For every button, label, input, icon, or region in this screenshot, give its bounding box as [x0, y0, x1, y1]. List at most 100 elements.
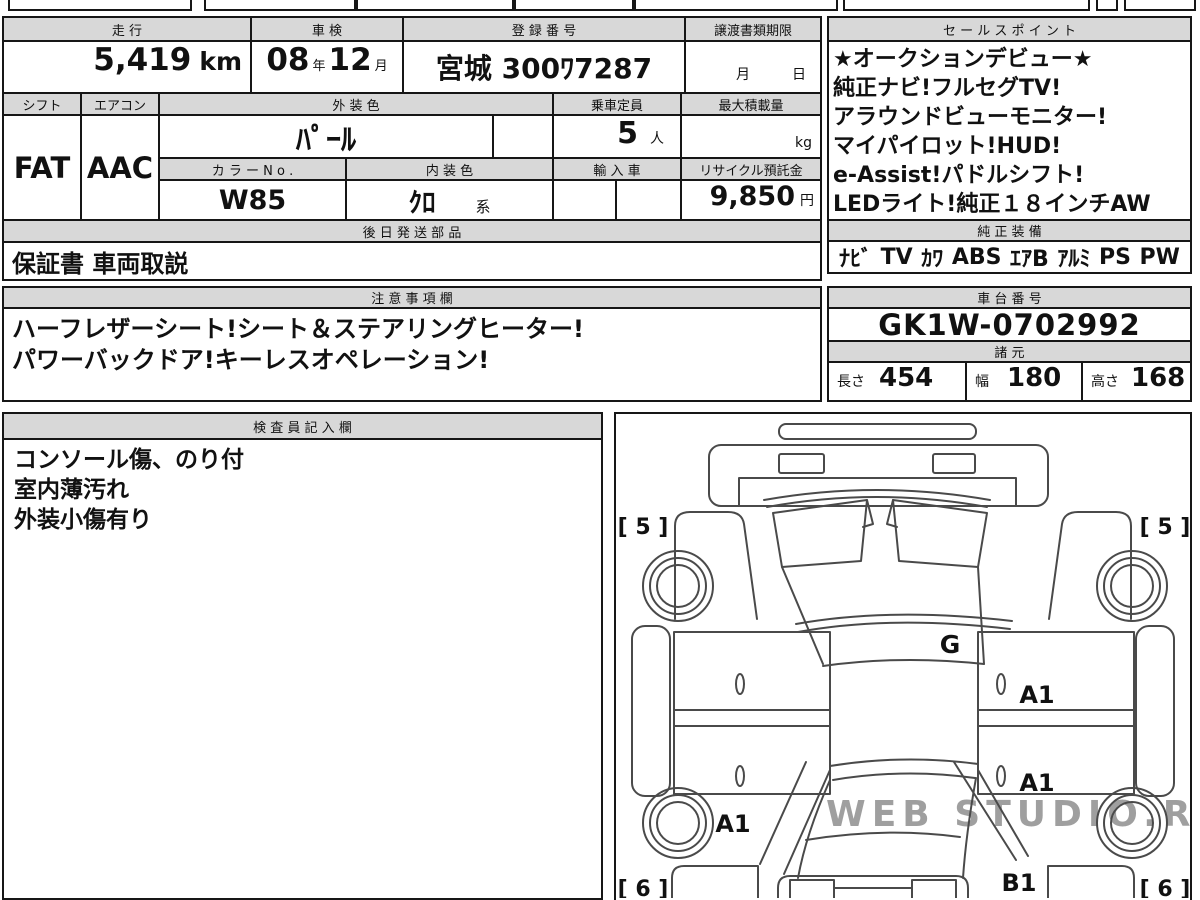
- interior-color-value: ｸﾛ 系: [345, 179, 554, 221]
- notes-box: ハーフレザーシート!シート＆ステアリングヒーター! パワーバックドア!キーレスオ…: [2, 307, 822, 402]
- transfer-month-unit: 月: [736, 67, 750, 83]
- sales-point-line: e-Assist!パドルシフト!: [833, 163, 1085, 188]
- sales-points-box: ★オークションデビュー★ 純正ナビ!フルセグTV! アラウンドビューモニター! …: [827, 40, 1192, 221]
- hood-edge: [738, 477, 1017, 507]
- right-rear-door-damage-label: A1: [1019, 769, 1054, 797]
- spec-width-cell: 幅 180: [965, 361, 1083, 402]
- car-top-view-diagram: WEB STUDIO.RU: [618, 423, 1190, 898]
- chassis-number: GK1W-0702992: [878, 307, 1141, 342]
- right-door-panel: [977, 631, 1135, 795]
- transfer-docs-value: 月日: [684, 40, 822, 94]
- front-left-corner-label: [ 5 ]: [618, 515, 669, 540]
- inspection-header: 車 検: [250, 16, 404, 42]
- inspection-year-unit: 年: [312, 59, 326, 74]
- sales-points-header: セ ー ル ス ポ イ ン ト: [827, 16, 1192, 42]
- chassis-header: 車 台 番 号: [827, 286, 1192, 309]
- notes-header: 注 意 事 項 欄: [2, 286, 822, 309]
- rear-left-tire: [642, 787, 714, 859]
- capacity-number: 5: [617, 116, 638, 151]
- shift-value: FAT: [2, 114, 82, 221]
- max-load-header: 最大積載量: [680, 92, 822, 116]
- top-cutoff-cell: [1124, 0, 1196, 11]
- capacity-header: 乗車定員: [552, 92, 682, 116]
- rear-left-corner-panel: [671, 865, 759, 898]
- equipment-item: ｴｱB: [1010, 247, 1049, 272]
- interior-color-suffix: 系: [475, 198, 491, 216]
- rear-right-damage-label: B1: [1002, 869, 1037, 897]
- spec-height-value: 168: [1131, 363, 1186, 393]
- recycle-deposit-unit: 円: [800, 193, 814, 209]
- left-door-panel: [673, 631, 831, 795]
- inspector-line: 室内薄汚れ: [14, 477, 129, 503]
- grade-g-label: G: [940, 630, 961, 659]
- front-right-corner-label: [ 5 ]: [1140, 515, 1190, 540]
- top-cutoff-cell: [8, 0, 192, 11]
- chassis-value: GK1W-0702992: [827, 307, 1192, 342]
- equipment-header: 純 正 装 備: [827, 219, 1192, 242]
- shift-code: FAT: [13, 150, 71, 185]
- equipment-item: ｱﾙﾐ: [1057, 247, 1091, 272]
- spec-length-label: 長さ: [837, 374, 865, 390]
- interior-color-name: ｸﾛ: [408, 188, 436, 219]
- roof-arc-inner: [797, 621, 1011, 633]
- aircon-code: AAC: [86, 150, 154, 185]
- spec-height-cell: 高さ 168: [1081, 361, 1192, 402]
- rear-light-left: [789, 879, 835, 898]
- right-front-door-handle: [996, 673, 1006, 695]
- left-sill-panel: [631, 625, 671, 797]
- rear-plate: [833, 887, 913, 898]
- equipment-item: ｶﾜ: [921, 247, 944, 272]
- windshield-right: [892, 499, 988, 568]
- inspection-month-unit: 月: [374, 59, 388, 74]
- right-sill-panel: [1135, 625, 1175, 797]
- spec-length-cell: 長さ 454: [827, 361, 967, 402]
- exterior-color-name: ﾊﾟｰﾙ: [296, 122, 356, 158]
- roof-rear-arc: [822, 658, 985, 667]
- inspection-value: 08 年 12 月: [250, 40, 404, 94]
- equipment-item: ABS: [951, 244, 1002, 270]
- front-left-fender: [674, 511, 758, 620]
- inspection-month: 12: [328, 42, 372, 78]
- imported-value-right: [615, 179, 682, 221]
- specs-header: 諸 元: [827, 340, 1192, 363]
- cowl-arc: [763, 489, 991, 501]
- interior-color-header: 内 装 色: [345, 157, 554, 181]
- rear-light-right: [911, 879, 957, 898]
- left-headlight: [778, 453, 825, 474]
- rear-right-corner-label: [ 6 ]: [1140, 877, 1190, 898]
- exterior-color-extra-cell: [492, 114, 554, 159]
- mileage-header: 走 行: [2, 16, 252, 42]
- inspector-header: 検 査 員 記 入 欄: [2, 412, 603, 440]
- aircon-value: AAC: [80, 114, 160, 221]
- top-cutoff-cell: [634, 0, 838, 11]
- later-shipping-value: 保証書 車両取説: [2, 241, 822, 281]
- inspector-box: コンソール傷、のり付 室内薄汚れ 外装小傷有り: [2, 438, 603, 900]
- notes-line: ハーフレザーシート!シート＆ステアリングヒーター!: [12, 315, 584, 343]
- exterior-color-value: ﾊﾟｰﾙ: [158, 114, 494, 159]
- later-shipping-items: 保証書 車両取説: [12, 249, 189, 278]
- left-rear-damage-label: A1: [715, 810, 750, 838]
- left-quarter-line-inner: [783, 769, 831, 875]
- auction-sheet: 走 行 車 検 登 録 番 号 譲渡書類期限 5,419 km 08 年 12 月 宮城…: [0, 0, 1200, 900]
- damage-diagram-box: WEB STUDIO.RU: [614, 412, 1192, 900]
- left-rear-door-handle: [735, 765, 745, 787]
- left-front-door-handle: [735, 673, 745, 695]
- sales-point-line: LEDライト!純正１８インチAW: [833, 192, 1151, 217]
- max-load-value: kg: [680, 114, 822, 159]
- capacity-unit: 人: [650, 131, 664, 147]
- transfer-day-unit: 日: [792, 67, 806, 83]
- max-load-unit: kg: [795, 135, 812, 151]
- registration-header: 登 録 番 号: [402, 16, 686, 42]
- shift-header: シフト: [2, 92, 82, 116]
- rear-right-corner-panel: [1047, 865, 1135, 898]
- exterior-color-header: 外 装 色: [158, 92, 554, 116]
- equipment-item: ﾅﾋﾞ: [839, 247, 873, 272]
- registration-number: 宮城 300ﾜ7287: [435, 52, 653, 85]
- imported-value-left: [552, 179, 617, 221]
- top-cutoff-cell: [1096, 0, 1118, 11]
- right-headlight: [932, 453, 976, 474]
- watermark-text: WEB STUDIO.RU: [826, 794, 1190, 835]
- sales-point-line: ★オークションデビュー★: [833, 47, 1093, 72]
- equipment-item: TV: [880, 244, 913, 270]
- recycle-deposit-amount: 9,850: [709, 181, 795, 212]
